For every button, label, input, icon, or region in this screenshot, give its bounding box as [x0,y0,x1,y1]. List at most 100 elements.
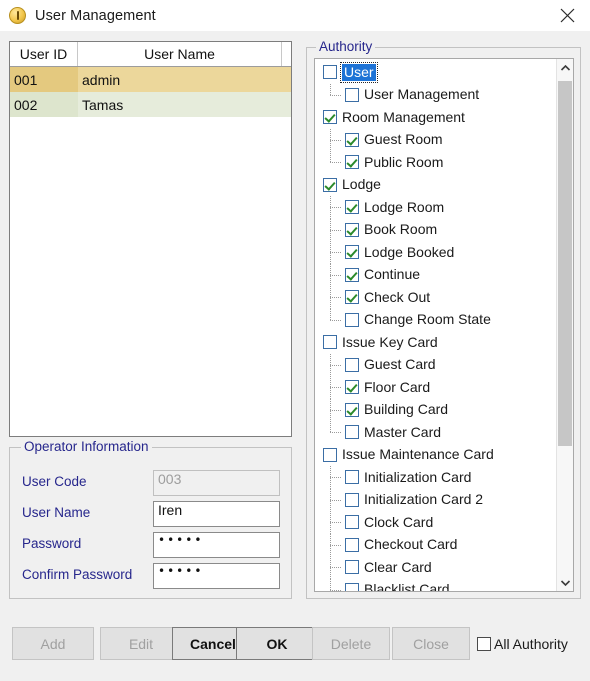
table-row[interactable]: 001 admin [10,67,291,92]
tree-connector-line [330,398,343,421]
user-list-grid[interactable]: User ID User Name 001 admin 002 Tamas [9,41,292,437]
column-header-user-name[interactable]: User Name [78,42,282,66]
authority-tree-item-label: Lodge Room [364,198,445,215]
checkbox-unchecked-icon[interactable] [345,560,359,575]
scrollbar-thumb[interactable] [558,81,572,446]
tree-connector-line [330,578,343,592]
authority-tree-item[interactable]: Initialization Card 2 [315,488,557,511]
authority-tree-item[interactable]: User Management [315,83,557,107]
checkbox-unchecked-icon[interactable] [345,87,359,102]
authority-tree-item-label: Master Card [364,423,442,440]
tree-connector-line [330,376,343,399]
field-label: User Code [22,474,87,489]
authority-tree-item[interactable]: Continue [315,263,557,286]
authority-tree-item[interactable]: Checkout Card [315,533,557,556]
authority-tree-item[interactable]: Master Card [315,421,557,444]
authority-tree-item[interactable]: Clock Card [315,511,557,534]
authority-tree-item-label: Initialization Card 2 [364,491,484,508]
checkbox-unchecked-icon[interactable] [345,515,359,530]
authority-tree-item[interactable]: Lodge Room [315,196,557,219]
ok-button[interactable]: OK [236,627,318,660]
checkbox-unchecked-icon[interactable] [323,65,337,80]
tree-connector-line [330,308,343,332]
tree-connector-line [330,241,343,264]
checkbox-checked-icon[interactable] [345,132,359,147]
checkbox-checked-icon[interactable] [345,290,359,305]
field-label: Password [22,536,82,551]
checkbox-checked-icon[interactable] [345,155,359,170]
authority-tree-item-label: Issue Key Card [342,333,438,350]
authority-tree-item[interactable]: Lodge Booked [315,241,557,264]
authority-tree-item-label: User [340,61,378,83]
close-button[interactable] [544,0,590,31]
authority-scrollbar[interactable] [556,59,573,591]
column-header-user-id[interactable]: User ID [10,42,78,66]
operator-information-legend: Operator Information [21,439,152,454]
authority-tree-item[interactable]: Lodge [315,174,557,197]
checkbox-checked-icon[interactable] [345,200,359,215]
authority-tree-item[interactable]: Blacklist Card [315,578,557,592]
authority-tree-item-label: Floor Card [364,378,431,395]
window-title: User Management [35,7,156,24]
user-name-input[interactable]: Iren [153,501,280,527]
authority-tree-item[interactable]: User [315,61,557,84]
field-row: Confirm Password ••••• [10,563,291,589]
tree-connector-line [330,556,343,579]
authority-tree-item-label: Guest Room [364,131,443,148]
user-list-body: 001 admin 002 Tamas [10,67,291,117]
checkbox-checked-icon[interactable] [345,380,359,395]
authority-tree-item[interactable]: Guest Card [315,353,557,376]
checkbox-checked-icon[interactable] [345,402,359,417]
authority-tree-item[interactable]: Room Management [315,106,557,129]
checkbox-unchecked-icon[interactable] [345,582,359,591]
authority-tree-item-label: Clock Card [364,513,434,530]
authority-tree-item-label: Checkout Card [364,536,458,553]
authority-tree-item-label: Continue [364,266,421,283]
authority-tree-item-label: Clear Card [364,558,432,575]
checkbox-checked-icon[interactable] [323,110,337,125]
field-row: Password ••••• [10,532,291,558]
authority-tree-item[interactable]: Guest Room [315,128,557,151]
authority-tree-item[interactable]: Clear Card [315,556,557,579]
authority-tree-item[interactable]: Initialization Card [315,466,557,489]
user-list-header: User ID User Name [10,42,291,67]
checkbox-unchecked-icon[interactable] [323,335,337,350]
field-label: Confirm Password [22,567,133,582]
authority-tree-item[interactable]: Check Out [315,286,557,309]
authority-tree-item[interactable]: Floor Card [315,376,557,399]
all-authority-checkbox[interactable]: All Authority [477,636,568,652]
confirm-password-input[interactable]: ••••• [153,563,280,589]
authority-tree-item-label: Building Card [364,401,449,418]
tree-connector-line [330,218,343,241]
checkbox-unchecked-icon[interactable] [345,492,359,507]
authority-tree-item[interactable]: Building Card [315,398,557,421]
authority-tree-item[interactable]: Issue Key Card [315,331,557,354]
checkbox-checked-icon[interactable] [345,267,359,282]
tree-connector-line [330,421,343,444]
authority-tree-item[interactable]: Issue Maintenance Card [315,444,557,467]
table-row[interactable]: 002 Tamas [10,92,291,117]
authority-tree-item[interactable]: Book Room [315,218,557,241]
checkbox-unchecked-icon[interactable] [323,447,337,462]
checkbox-unchecked-icon[interactable] [345,537,359,552]
scroll-down-button[interactable] [557,574,573,591]
checkbox-unchecked-icon[interactable] [345,425,359,440]
scroll-up-button[interactable] [557,59,573,76]
operator-information-group: Operator Information User Code 003 User Na… [9,439,292,599]
checkbox-checked-icon[interactable] [323,177,337,192]
tree-connector-line [330,353,343,376]
authority-tree-item[interactable]: Public Room [315,151,557,174]
checkbox-unchecked-icon[interactable] [345,312,359,327]
authority-tree-item[interactable]: Change Room State [315,308,557,332]
checkbox-checked-icon[interactable] [345,245,359,260]
edit-button: Edit [100,627,182,660]
checkbox-unchecked-icon[interactable] [345,357,359,372]
tree-connector-line [330,488,343,511]
tree-connector-line [330,511,343,534]
tree-connector-line [330,128,343,151]
checkbox-unchecked-icon[interactable] [345,470,359,485]
authority-tree[interactable]: User User Management Room Management Guest … [314,58,574,592]
all-authority-checkbox-box[interactable] [477,637,491,651]
checkbox-checked-icon[interactable] [345,222,359,237]
password-input[interactable]: ••••• [153,532,280,558]
